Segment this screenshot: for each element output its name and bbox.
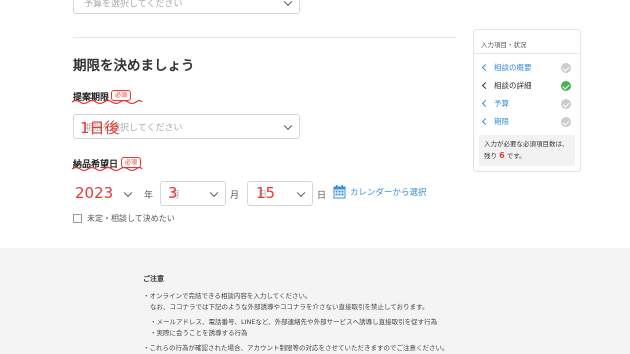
handwritten-deadline: 1日後 [80, 119, 120, 137]
summary-count-line: 残り 6 です。 [484, 150, 570, 162]
handwritten-day: 15 [256, 184, 276, 202]
progress-sidebar: 入力項目・状況 相談の概要 相談の詳細 予算 期限 入力が必要な必須項目数は、 … [473, 29, 581, 172]
calendar-link-label: カレンダーから選択 [350, 188, 427, 198]
month-unit: 月 [230, 191, 240, 201]
handwritten-month: 3 [168, 184, 178, 202]
calendar-link[interactable]: カレンダーから選択 [333, 185, 427, 199]
check-icon [561, 63, 571, 73]
handwritten-underline [71, 166, 143, 172]
chevron-down-icon [283, 0, 293, 7]
notes-title: ご注意 [143, 275, 164, 283]
day-unit: 日 [317, 191, 327, 201]
chevron-left-icon [481, 81, 490, 90]
sidebar-item-overview[interactable]: 相談の概要 [481, 62, 532, 73]
handwritten-underline [71, 99, 143, 105]
sidebar-item-budget[interactable]: 予算 [481, 98, 509, 109]
sidebar-item-label: 期限 [494, 117, 509, 126]
check-icon [561, 99, 571, 109]
sidebar-item-label: 相談の詳細 [494, 81, 532, 90]
check-icon [561, 81, 571, 91]
check-icon [561, 117, 571, 127]
sidebar-item-deadline[interactable]: 期限 [481, 116, 509, 127]
note-line: ・実際に会うことを誘導する行為 [150, 329, 248, 337]
section-divider [73, 37, 456, 38]
chevron-down-icon [283, 121, 293, 130]
chevron-left-icon [481, 117, 490, 126]
note-line: なお、ココナラでは下記のような外部誘導やココナラを介さない直接取引を禁止しており… [150, 303, 429, 311]
chevron-left-icon [481, 63, 490, 72]
year-value: 2023 [75, 184, 114, 202]
sidebar-item-details[interactable]: 相談の詳細 [481, 80, 532, 91]
chevron-down-icon [296, 188, 306, 197]
note-line: ・オンラインで完結できる相談内容を入力してください。 [143, 292, 312, 300]
form-area: 予算を選択してください 期限を決めましょう 提案期限 必須 期限を選択してくださ… [0, 0, 630, 248]
budget-select-placeholder: 予算を選択してください [84, 0, 183, 10]
budget-select[interactable]: 予算を選択してください [73, 0, 300, 14]
undecided-label: 未定・相談して決めたい [87, 214, 175, 223]
summary-suffix: です。 [506, 152, 526, 160]
chevron-left-icon [481, 99, 490, 108]
undecided-checkbox[interactable] [73, 214, 82, 223]
summary-mid: 残り [484, 152, 497, 160]
note-line: ・メールアドレス、電話番号、LINEなど、外部連絡先や外部サービスへ誘導し直接取… [150, 318, 438, 326]
sidebar-item-label: 相談の概要 [494, 63, 532, 72]
sidebar-divider [474, 53, 580, 54]
summary-prefix: 入力が必要な必須項目数は、 [484, 140, 569, 148]
note-line: ・これらの行為が確認された場合、アカウント制限等の対応をさせていただきますのでご… [143, 344, 449, 352]
year-unit: 年 [144, 191, 154, 201]
chevron-down-icon [209, 188, 219, 197]
required-summary: 入力が必要な必須項目数は、 残り 6 です。 [479, 135, 575, 166]
year-select[interactable]: 2023 [73, 181, 139, 206]
calendar-icon [333, 185, 346, 199]
sidebar-title: 入力項目・状況 [481, 41, 527, 49]
sidebar-item-label: 予算 [494, 99, 509, 108]
section-heading: 期限を決めましょう [73, 58, 195, 74]
summary-count: 6 [499, 151, 505, 160]
chevron-down-icon [123, 188, 133, 197]
undecided-option[interactable]: 未定・相談して決めたい [73, 213, 175, 224]
